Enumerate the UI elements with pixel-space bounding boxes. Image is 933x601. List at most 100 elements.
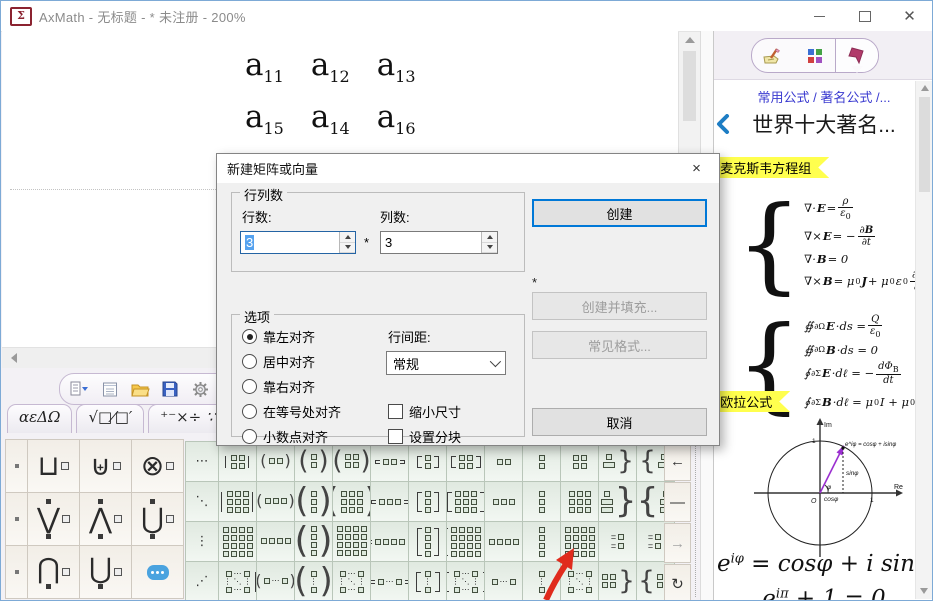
new-document-icon[interactable] xyxy=(98,378,122,400)
matrix-entry[interactable]: a15 xyxy=(245,99,284,138)
panel-scroll-thumb[interactable] xyxy=(919,97,930,192)
symbol-tab-0[interactable]: αεΔΩ xyxy=(7,404,72,433)
checkbox-缩小尺寸[interactable]: 缩小尺寸 xyxy=(388,402,461,421)
panel-scroll-down-icon[interactable] xyxy=(920,588,928,594)
comment-bubble-icon[interactable] xyxy=(132,546,183,598)
mini-placeholder-cell[interactable] xyxy=(6,440,27,492)
formula-breadcrumb[interactable]: 常用公式 / 著名公式 /... xyxy=(714,87,933,106)
matrix-template-cell[interactable] xyxy=(523,442,560,481)
matrix-template-cell[interactable] xyxy=(371,442,408,481)
matrix-template-cell[interactable]: == xyxy=(599,522,636,561)
create-and-fill-button[interactable]: 创建并填充... xyxy=(532,292,707,320)
radio-居中对齐[interactable]: 居中对齐 xyxy=(242,352,315,371)
matrix-template-cell[interactable] xyxy=(485,522,522,561)
create-button[interactable]: 创建 xyxy=(532,199,707,227)
matrix-template-cell[interactable] xyxy=(219,442,256,481)
nary-op-cell[interactable]: ⊎ xyxy=(80,440,131,492)
matrix-template-cell[interactable] xyxy=(561,442,598,481)
cols-input[interactable]: 3 xyxy=(380,231,498,254)
matrix-template-cell[interactable] xyxy=(523,482,560,521)
close-button[interactable]: ✕ xyxy=(887,1,932,31)
matrix-template-cell[interactable]: ⋯ xyxy=(485,562,522,601)
matrix-template-cell[interactable] xyxy=(219,482,256,521)
nary-op-cell[interactable]: ⋁ xyxy=(28,493,79,545)
palette-prev-icon[interactable]: ← xyxy=(664,441,691,481)
matrix-template-cell[interactable]: () xyxy=(295,442,332,481)
dots-template-cell[interactable]: ⋱ xyxy=(186,482,218,521)
symbol-grid-tab[interactable] xyxy=(794,39,836,72)
formula-category-title[interactable]: 世界十大著名... xyxy=(730,109,918,139)
matrix-template-cell[interactable]: ⋮ xyxy=(409,562,446,601)
minimize-button[interactable] xyxy=(797,1,842,31)
matrix-template-cell[interactable] xyxy=(447,442,484,481)
dots-template-cell[interactable]: ⋮ xyxy=(186,522,218,561)
scroll-up-icon[interactable] xyxy=(685,37,695,43)
prev-category-icon[interactable] xyxy=(716,114,730,134)
matrix-template-cell[interactable] xyxy=(409,522,446,561)
nary-op-cell[interactable]: ⊗ xyxy=(132,440,183,492)
palette-splitter[interactable] xyxy=(695,437,696,597)
matrix-template-cell[interactable] xyxy=(561,482,598,521)
matrix-template-cell[interactable]: () xyxy=(257,482,294,521)
matrix-template-cell[interactable]: (⋯) xyxy=(257,562,294,601)
panel-scroll-up-icon[interactable] xyxy=(921,85,929,91)
maxwell-section-tag[interactable]: . 麦克斯韦方程组 xyxy=(711,157,829,178)
matrix-entry[interactable]: a16 xyxy=(377,99,416,138)
dialog-close-button[interactable]: × xyxy=(674,154,719,183)
rows-spinner[interactable] xyxy=(339,232,355,253)
euler-formula-1[interactable]: eiφ = cosφ + i sinφ xyxy=(714,551,933,577)
nary-op-cell[interactable]: ⊔ xyxy=(28,440,79,492)
scroll-thumb[interactable] xyxy=(683,51,696,121)
radio-靠左对齐[interactable]: 靠左对齐 xyxy=(242,327,315,346)
palette-next-icon[interactable]: → xyxy=(664,523,691,563)
checkbox-设置分块[interactable]: 设置分块 xyxy=(388,427,461,446)
rows-input[interactable]: 3 xyxy=(240,231,356,254)
matrix-template-cell[interactable] xyxy=(485,482,522,521)
matrix-template-cell[interactable]: () xyxy=(333,522,370,561)
matrix-template-cell[interactable]: ⋯ xyxy=(371,562,408,601)
cols-spinner[interactable] xyxy=(481,232,497,253)
matrix-template-cell[interactable] xyxy=(219,522,256,561)
matrix-template-cell[interactable]: () xyxy=(257,522,294,561)
matrix-entry[interactable]: a11 xyxy=(245,47,284,86)
radio-小数点对齐[interactable]: 小数点对齐 xyxy=(242,427,328,446)
symbol-tab-1[interactable]: √□⁄□′ xyxy=(76,404,144,433)
nary-op-cell[interactable]: ⋀ xyxy=(80,493,131,545)
nary-op-cell[interactable]: ⋂ xyxy=(28,546,79,598)
palette-cycle-icon[interactable]: ↻ xyxy=(664,564,691,601)
matrix-template-cell[interactable] xyxy=(371,522,408,561)
matrix-template-cell[interactable] xyxy=(447,522,484,561)
settings-gear-icon[interactable] xyxy=(188,378,212,400)
matrix-template-cell[interactable]: () xyxy=(257,442,294,481)
matrix-template-cell[interactable] xyxy=(371,482,408,521)
panel-scrollbar[interactable] xyxy=(915,81,933,599)
handwriting-tab[interactable] xyxy=(752,39,794,72)
dots-template-cell[interactable]: ⋰ xyxy=(186,562,218,601)
open-folder-icon[interactable] xyxy=(128,378,152,400)
mini-placeholder-cell[interactable] xyxy=(6,546,27,598)
common-formats-button[interactable]: 常见格式... xyxy=(532,331,707,359)
maximize-button[interactable] xyxy=(842,1,887,31)
matrix-template-cell[interactable]: (⋮) xyxy=(295,562,332,601)
euler-section-tag[interactable]: . 欧拉公式 xyxy=(711,391,790,412)
matrix-template-cell[interactable]: ⋯⋮⋱⋮⋯ xyxy=(219,562,256,601)
matrix-template-cell[interactable]: } xyxy=(599,562,636,601)
matrix-template-cell[interactable] xyxy=(485,442,522,481)
matrix-template-cell[interactable] xyxy=(409,442,446,481)
cancel-button[interactable]: 取消 xyxy=(532,408,707,436)
dots-template-cell[interactable]: ⋯ xyxy=(186,442,218,481)
radio-靠右对齐[interactable]: 靠右对齐 xyxy=(242,377,315,396)
matrix-entry[interactable]: a14 xyxy=(311,99,350,138)
row-spacing-select[interactable]: 常规 xyxy=(386,351,506,375)
matrix-template-cell[interactable]: () xyxy=(333,482,370,521)
document-menu-icon[interactable] xyxy=(68,378,92,400)
matrix-template-cell[interactable]: ⋯⋮⋱⋮⋯ xyxy=(447,562,484,601)
bookmark-tab[interactable] xyxy=(835,39,878,72)
matrix-template-cell[interactable]: } xyxy=(599,442,636,481)
matrix-template-cell[interactable] xyxy=(409,482,446,521)
palette-collapse-icon[interactable]: ― xyxy=(664,482,691,522)
matrix-entry[interactable]: a12 xyxy=(311,47,350,86)
matrix-template-cell[interactable] xyxy=(447,482,484,521)
matrix-template-cell[interactable]: () xyxy=(295,482,332,521)
save-icon[interactable] xyxy=(158,378,182,400)
